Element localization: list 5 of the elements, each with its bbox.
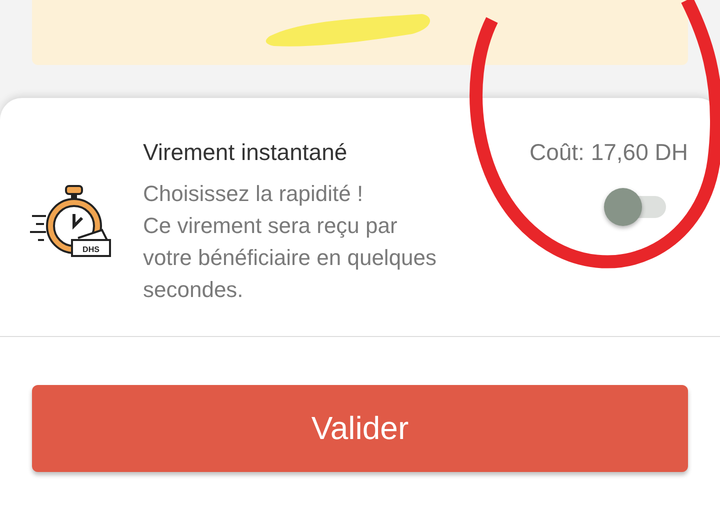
validate-button[interactable]: Valider <box>32 385 688 472</box>
option-description: Choisissez la rapidité ! Ce virement sera reçu par votre bénéficiaire en quelques secondes. <box>143 180 438 304</box>
cost-label: Coût: 17,60 DH <box>529 138 688 167</box>
option-title: Virement instantané <box>143 138 348 167</box>
toggle-switch[interactable] <box>604 186 666 226</box>
